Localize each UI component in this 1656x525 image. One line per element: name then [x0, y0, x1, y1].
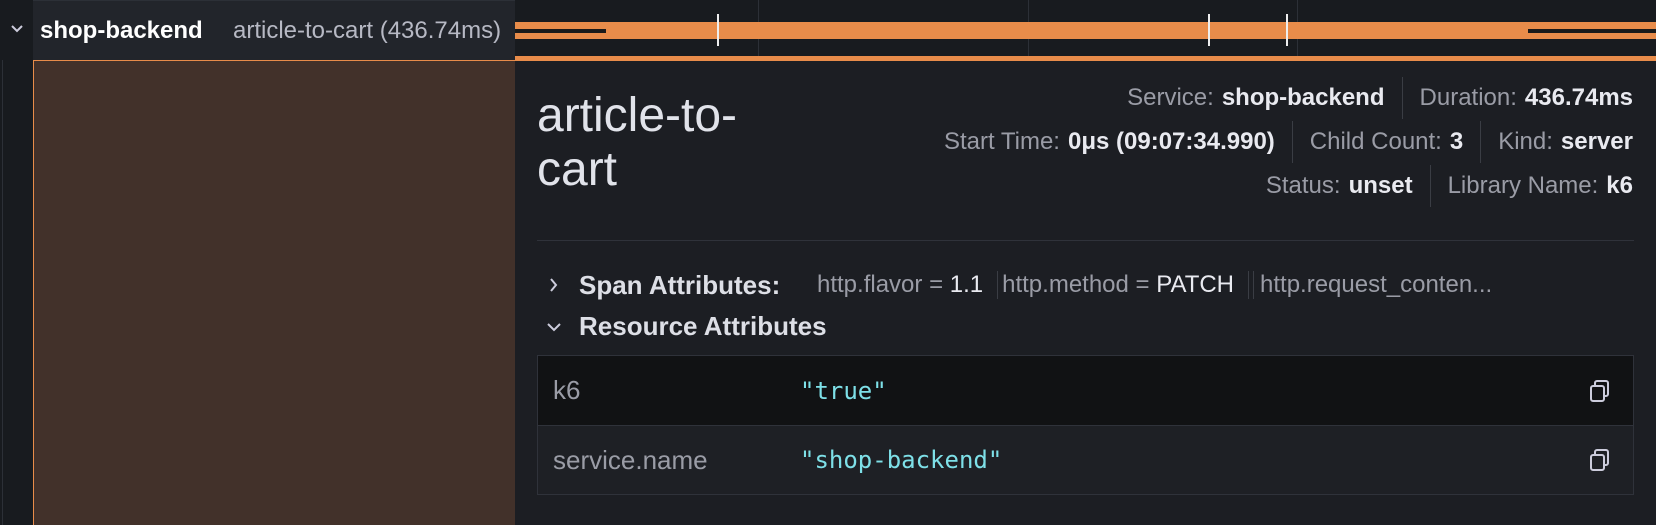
span-name-duration: article-to-cart (436.74ms) [233, 17, 502, 44]
span-event-marker[interactable] [717, 14, 719, 46]
tree-line [2, 60, 3, 525]
meta-child-count: Child Count: 3 [1291, 121, 1480, 163]
attribute-value: "true" [800, 376, 887, 405]
chevron-right-icon[interactable] [545, 276, 563, 294]
detail-divider [537, 240, 1634, 241]
resource-attributes-table: k6 "true" service.name "shop-backend" [537, 355, 1634, 495]
copy-icon[interactable] [1587, 378, 1613, 404]
span-meta-row-2: Start Time: 0μs (09:07:34.990) Child Cou… [927, 121, 1633, 163]
span-detail-panel: article-to-cart Service: shop-backend Du… [515, 61, 1656, 525]
meta-duration: Duration: 436.74ms [1401, 77, 1633, 119]
meta-service: Service: shop-backend [1127, 84, 1385, 111]
copy-icon[interactable] [1587, 447, 1613, 473]
span-event-marker[interactable] [1286, 14, 1288, 46]
span-meta-row-3: Status: unset Library Name: k6 [1249, 165, 1633, 207]
span-duration-bar[interactable] [515, 22, 1656, 39]
span-self-time-segment [515, 29, 606, 33]
span-self-time-segment [1528, 29, 1656, 33]
attribute-value: "shop-backend" [800, 446, 1003, 474]
meta-library-name: Library Name: k6 [1429, 165, 1633, 207]
span-row-header[interactable]: shop-backend article-to-cart (436.74ms) [33, 0, 515, 60]
span-attributes-toggle[interactable]: Span Attributes: [579, 270, 780, 301]
span-detail-title: article-to-cart [537, 89, 738, 196]
table-row: service.name "shop-backend" [538, 425, 1633, 494]
span-meta-row-1: Service: shop-backend Duration: 436.74ms [1110, 77, 1633, 119]
chevron-down-icon[interactable] [545, 318, 563, 336]
meta-status: Status: unset [1265, 172, 1413, 199]
span-name-column-selected [33, 60, 515, 525]
attribute-key: k6 [553, 375, 581, 405]
span-event-marker[interactable] [1208, 14, 1210, 46]
span-timeline[interactable] [515, 0, 1656, 61]
span-attributes-summary: http.flavor = 1.1 http.method = PATCH ht… [817, 271, 1617, 299]
resource-attributes-toggle[interactable]: Resource Attributes [579, 311, 827, 342]
table-row: k6 "true" [538, 356, 1633, 425]
span-attribute-item: http.flavor = 1.1 [817, 271, 999, 299]
meta-kind: Kind: server [1480, 121, 1633, 163]
span-attribute-truncated: http.request_conten... [1253, 271, 1506, 299]
meta-start-time: Start Time: 0μs (09:07:34.990) [943, 128, 1275, 155]
tree-gutter [0, 0, 33, 525]
chevron-down-icon[interactable] [8, 20, 26, 38]
span-service-name: shop-backend [40, 17, 203, 44]
span-attribute-item: http.method = PATCH [1002, 271, 1250, 299]
attribute-key: service.name [553, 444, 708, 475]
